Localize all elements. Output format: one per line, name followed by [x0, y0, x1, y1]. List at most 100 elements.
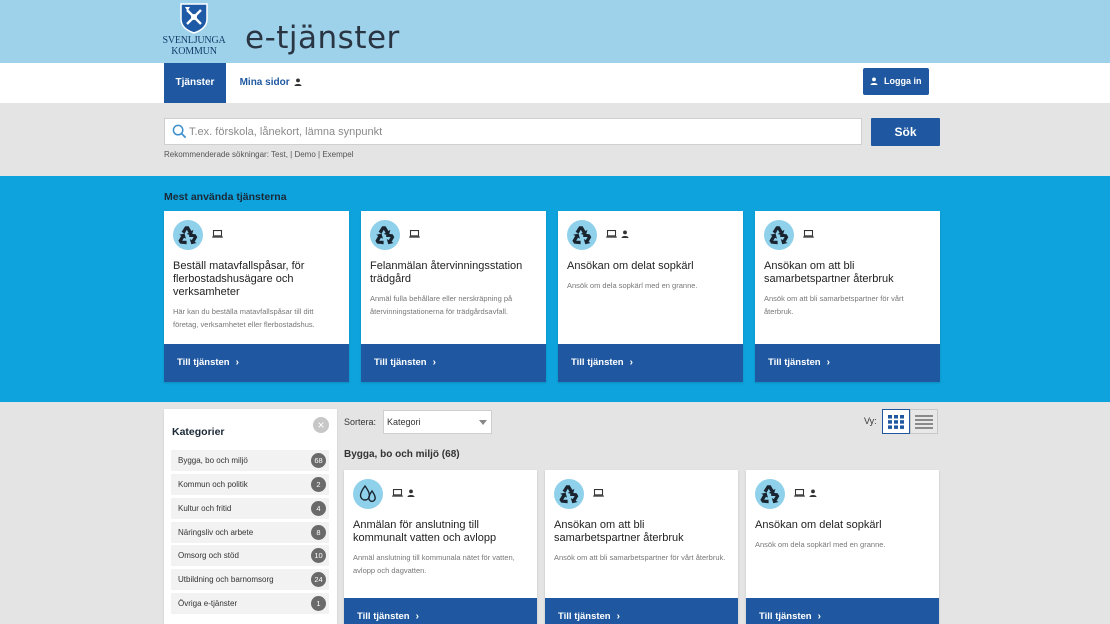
- to-service-label: Till tjänsten: [558, 611, 611, 622]
- to-service-button[interactable]: Till tjänsten ›: [755, 344, 940, 382]
- card-title[interactable]: Anmälan för anslutning till kommunalt va…: [353, 519, 525, 545]
- card-title[interactable]: Ansökan om delat sopkärl: [755, 519, 927, 532]
- search-icon: [172, 124, 187, 139]
- person-icon: [407, 489, 415, 497]
- to-service-button[interactable]: Till tjänsten ›: [344, 598, 537, 624]
- recommended-link-example[interactable]: Exempel: [322, 150, 353, 159]
- recycle-icon: [764, 220, 794, 250]
- category-item[interactable]: Näringsliv och arbete 8: [171, 522, 329, 543]
- category-count: 8: [311, 525, 326, 540]
- computer-icon: [803, 230, 814, 238]
- popular-card-4[interactable]: Ansökan om att bli samarbetspartner åter…: [755, 211, 940, 382]
- categories-title: Kategorier: [172, 426, 225, 438]
- recommended-link-demo[interactable]: Demo: [294, 150, 315, 159]
- card-description: Ansök om dela sopkärl med en granne.: [755, 540, 886, 549]
- coat-of-arms-icon: [180, 3, 208, 34]
- category-label: Kommun och politik: [178, 480, 248, 489]
- category-label: Kultur och fritid: [178, 504, 232, 513]
- card-description: Här kan du beställa matavfallspåsar till…: [173, 307, 315, 329]
- logo-line2: KOMMUN: [171, 46, 217, 57]
- card-description: Anmäl anslutning till kommunala nätet fö…: [353, 553, 515, 575]
- logo-text: SVENLJUNGA KOMMUN: [162, 35, 226, 57]
- search-input[interactable]: [189, 119, 849, 144]
- card-title[interactable]: Ansökan om att bli samarbetspartner åter…: [764, 260, 928, 286]
- search-area: Sök Rekommenderade sökningar: Test, | De…: [0, 103, 1110, 176]
- computer-icon: [606, 230, 617, 238]
- category-item[interactable]: Utbildning och barnomsorg 24: [171, 569, 329, 590]
- recycle-icon: [567, 220, 597, 250]
- to-service-label: Till tjänsten: [357, 611, 410, 622]
- card-title[interactable]: Ansökan om att bli samarbetspartner åter…: [554, 519, 726, 545]
- sort-label: Sortera:: [344, 417, 377, 427]
- tab-services[interactable]: Tjänster: [164, 63, 226, 103]
- card-description: Ansök om att bli samarbetspartner för vå…: [764, 294, 904, 316]
- card-title[interactable]: Felanmälan återvinningsstation trädgård: [370, 260, 534, 286]
- list-view-toggle[interactable]: [910, 409, 938, 434]
- close-icon[interactable]: ×: [313, 417, 329, 433]
- recycle-icon: [173, 220, 203, 250]
- category-count: 10: [311, 548, 326, 563]
- category-count: 2: [311, 477, 326, 492]
- tab-my-pages-label: Mina sidor: [239, 77, 290, 88]
- card-description: Ansök om att bli samarbetspartner för vå…: [554, 553, 726, 562]
- group-title: Bygga, bo och miljö (68): [344, 449, 460, 460]
- service-card-1[interactable]: Anmälan för anslutning till kommunalt va…: [344, 470, 537, 624]
- chevron-down-icon: [479, 420, 487, 425]
- card-title[interactable]: Beställ matavfallspåsar, för flerbostads…: [173, 260, 337, 299]
- sort-value: Kategori: [387, 417, 421, 427]
- popular-card-3[interactable]: Ansökan om delat sopkärl Ansök om dela s…: [558, 211, 743, 382]
- header-band: SVENLJUNGA KOMMUN e-tjänster: [0, 0, 1110, 63]
- person-icon: [621, 230, 629, 238]
- popular-card-2[interactable]: Felanmälan återvinningsstation trädgård …: [361, 211, 546, 382]
- municipality-logo[interactable]: SVENLJUNGA KOMMUN: [162, 2, 226, 60]
- chevron-right-icon: ›: [415, 611, 419, 622]
- to-service-label: Till tjänsten: [177, 357, 230, 368]
- to-service-button[interactable]: Till tjänsten ›: [746, 598, 939, 624]
- category-label: Näringsliv och arbete: [178, 528, 254, 537]
- sort-select[interactable]: Kategori: [383, 410, 492, 434]
- popular-card-1[interactable]: Beställ matavfallspåsar, för flerbostads…: [164, 211, 349, 382]
- view-label: Vy:: [864, 416, 877, 426]
- recommended-searches: Rekommenderade sökningar: Test, | Demo |…: [164, 150, 354, 159]
- category-label: Omsorg och stöd: [178, 551, 239, 560]
- chevron-right-icon: ›: [629, 357, 633, 368]
- category-item[interactable]: Övriga e-tjänster 1: [171, 593, 329, 614]
- person-icon: [809, 489, 817, 497]
- grid-icon: [888, 415, 904, 429]
- search-button[interactable]: Sök: [871, 118, 940, 146]
- service-card-3[interactable]: Ansökan om delat sopkärl Ansök om dela s…: [746, 470, 939, 624]
- to-service-button[interactable]: Till tjänsten ›: [558, 344, 743, 382]
- category-item[interactable]: Kommun och politik 2: [171, 474, 329, 495]
- to-service-button[interactable]: Till tjänsten ›: [164, 344, 349, 382]
- to-service-button[interactable]: Till tjänsten ›: [545, 598, 738, 624]
- to-service-button[interactable]: Till tjänsten ›: [361, 344, 546, 382]
- computer-icon: [794, 489, 805, 497]
- list-icon: [915, 415, 933, 429]
- card-description: Anmäl fulla behållare eller nerskräpning…: [370, 294, 513, 316]
- chevron-right-icon: ›: [817, 611, 821, 622]
- category-count: 4: [311, 501, 326, 516]
- login-button[interactable]: Logga in: [863, 68, 929, 95]
- chevron-right-icon: ›: [826, 357, 830, 368]
- recycle-icon: [554, 479, 584, 509]
- grid-view-toggle[interactable]: [882, 409, 910, 434]
- computer-icon: [593, 489, 604, 497]
- person-icon: [870, 76, 879, 85]
- category-item[interactable]: Kultur och fritid 4: [171, 498, 329, 519]
- category-item[interactable]: Bygga, bo och miljö 68: [171, 450, 329, 471]
- recommended-link-test[interactable]: Test: [271, 150, 286, 159]
- to-service-label: Till tjänsten: [374, 357, 427, 368]
- service-card-2[interactable]: Ansökan om att bli samarbetspartner åter…: [545, 470, 738, 624]
- popular-title: Mest använda tjänsterna: [164, 191, 287, 203]
- person-icon: [294, 78, 302, 86]
- category-item[interactable]: Omsorg och stöd 10: [171, 545, 329, 566]
- site-title[interactable]: e-tjänster: [245, 18, 400, 58]
- tab-my-pages[interactable]: Mina sidor: [236, 63, 306, 103]
- recycle-icon: [370, 220, 400, 250]
- card-title[interactable]: Ansökan om delat sopkärl: [567, 260, 731, 273]
- computer-icon: [409, 230, 420, 238]
- recommended-label: Rekommenderade sökningar:: [164, 150, 269, 159]
- logo-line1: SVENLJUNGA: [162, 35, 226, 46]
- search-field: [164, 118, 862, 145]
- service-listing-section: Kategorier × Bygga, bo och miljö 68 Komm…: [0, 402, 1110, 624]
